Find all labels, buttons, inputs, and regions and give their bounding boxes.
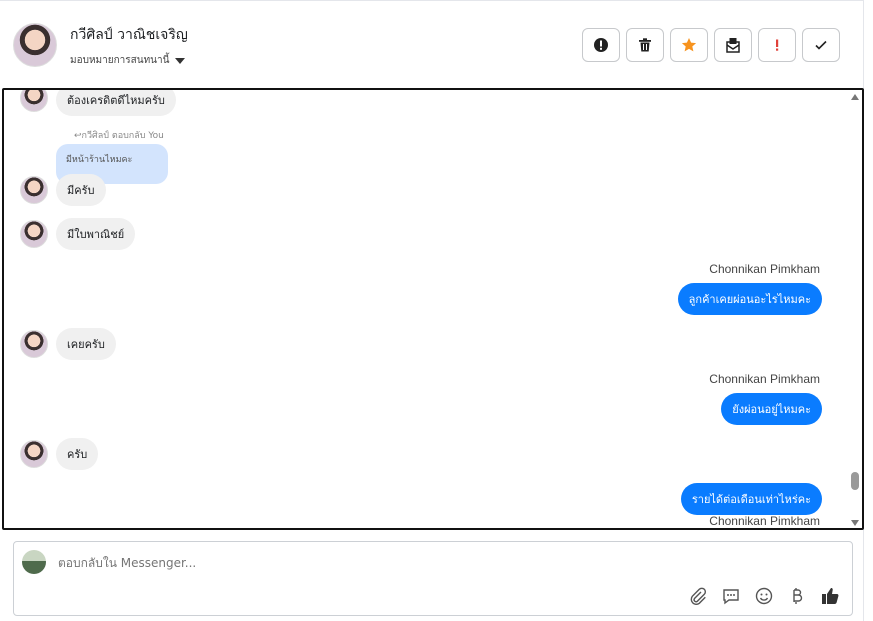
scroll-up-arrow-icon[interactable]: [851, 94, 859, 100]
contact-avatar-small: [20, 330, 48, 358]
outgoing-message: ยังผ่อนอยู่ไหมคะ: [721, 393, 822, 425]
scroll-thumb[interactable]: [851, 472, 859, 490]
outgoing-message: ลูกค้าเคยผ่อนอะไรไหมคะ: [677, 283, 822, 315]
reply-composer[interactable]: [13, 541, 853, 616]
mark-unread-button[interactable]: [714, 28, 752, 62]
sender-name: Chonnikan Pimkham: [709, 514, 820, 528]
incoming-message: มีครับ: [56, 174, 106, 206]
thumbs-up-icon[interactable]: [820, 586, 840, 606]
attachment-icon[interactable]: [688, 586, 708, 606]
baht-payment-icon[interactable]: [787, 586, 807, 606]
trash-icon: [639, 38, 651, 52]
contact-avatar[interactable]: [13, 23, 57, 67]
priority-button[interactable]: [758, 28, 796, 62]
mark-done-button[interactable]: [802, 28, 840, 62]
saved-replies-icon[interactable]: [721, 586, 741, 606]
incoming-message: ต้องเครดิตดีไหมครับ: [56, 90, 176, 116]
reply-indicator: ↩กวีศิลป์ ตอบกลับ You: [74, 131, 164, 141]
contact-name[interactable]: กวีศิลป์ วาณิชเจริญ: [70, 24, 188, 46]
alert-circle-icon: [594, 38, 608, 52]
mark-unread-icon: [726, 38, 740, 53]
delete-button[interactable]: [626, 28, 664, 62]
spam-button[interactable]: [582, 28, 620, 62]
contact-avatar-small: [20, 440, 48, 468]
caret-down-icon: [175, 57, 186, 64]
exclamation-icon: [776, 39, 779, 51]
composer-actions: [688, 586, 840, 606]
incoming-message: มีใบพาณิชย์: [56, 218, 136, 250]
messenger-conversation-view: กวีศิลป์ วาณิชเจริญ มอบหมายการสนทนานี้ ต…: [0, 0, 873, 621]
checkmark-icon: [815, 40, 827, 50]
message-scrollbar[interactable]: [850, 94, 860, 526]
sender-name: Chonnikan Pimkham: [709, 372, 820, 386]
assign-conversation-label: มอบหมายการสนทนานี้: [70, 55, 170, 66]
star-icon: [681, 38, 697, 52]
assign-conversation-dropdown[interactable]: มอบหมายการสนทนานี้: [70, 53, 186, 68]
outgoing-message: รายได้ต่อเดือนเท่าไหร่คะ: [680, 483, 822, 515]
scroll-down-arrow-icon[interactable]: [851, 520, 859, 526]
incoming-message: ครับ: [56, 438, 99, 470]
reply-input[interactable]: [58, 556, 558, 570]
page-avatar: [22, 550, 46, 574]
sender-name: Chonnikan Pimkham: [709, 262, 820, 276]
top-divider: [0, 0, 863, 1]
contact-avatar-small: [20, 176, 48, 204]
incoming-message: เคยครับ: [56, 328, 116, 360]
contact-avatar-small: [20, 90, 48, 112]
contact-avatar-small: [20, 220, 48, 248]
message-thread[interactable]: ต้องเครดิตดีไหมครับ ↩กวีศิลป์ ตอบกลับ Yo…: [2, 88, 864, 530]
star-button[interactable]: [670, 28, 708, 62]
conversation-toolbar: [582, 28, 840, 62]
emoji-icon[interactable]: [754, 586, 774, 606]
